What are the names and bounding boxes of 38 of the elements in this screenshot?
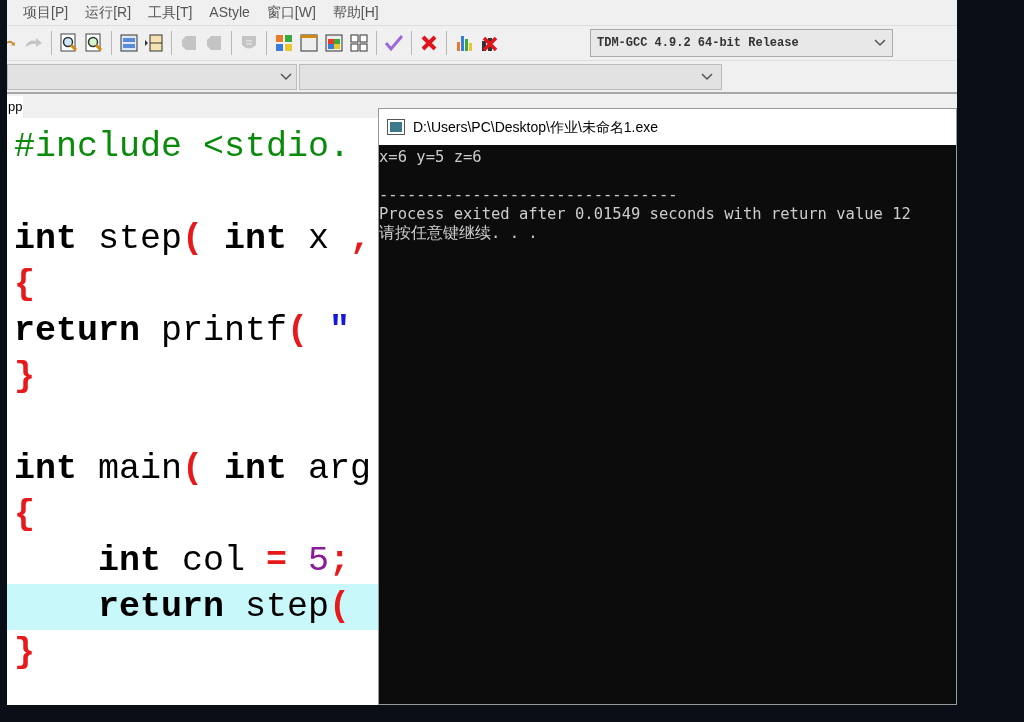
menu-item[interactable]: 窗口[W] [266, 2, 316, 23]
console-output-line: x=6 y=5 z=6 [379, 148, 483, 167]
code-line: int main( int arg [13, 448, 373, 491]
console-title: D:\Users\PC\Desktop\作业\未命名1.exe [413, 117, 659, 137]
code-line: } [13, 632, 36, 675]
code-line: #include <stdio. [13, 126, 352, 169]
colored-window-icon[interactable] [324, 33, 344, 53]
menu-item[interactable]: 帮助[H] [332, 2, 379, 23]
magnifier-icon[interactable] [59, 33, 79, 53]
file-tab[interactable]: pp [7, 96, 24, 118]
chevron-down-icon[interactable] [874, 39, 886, 47]
panel-icon[interactable] [119, 33, 139, 53]
window-icon[interactable] [299, 33, 319, 53]
code-line: int step( int x , [13, 218, 373, 261]
console-output-line: -------------------------------- [379, 186, 679, 205]
console-output-line: 请按任意键继续. . . [379, 224, 539, 243]
menu-item[interactable]: AStyle [209, 2, 250, 23]
code-line: { [13, 264, 36, 307]
chevron-down-icon[interactable] [701, 72, 713, 81]
bar-chart-icon[interactable] [454, 33, 474, 53]
code-line: { [13, 494, 36, 537]
menu-item[interactable]: 工具[T] [148, 2, 193, 23]
console-app-icon [387, 119, 405, 135]
console-output-line: Process exited after 0.01549 seconds with return value 12 [379, 205, 912, 224]
code-line: } [13, 356, 36, 399]
code-line: int col = 5; [97, 540, 352, 583]
grid-icon[interactable] [349, 33, 369, 53]
menu-item[interactable]: 运行[R] [85, 2, 131, 23]
split-panel-icon[interactable] [144, 33, 164, 53]
colored-grid-icon[interactable] [274, 33, 294, 53]
check-icon[interactable] [384, 33, 404, 53]
compiler-dropdown[interactable]: TDM-GCC 4.9.2 64-bit Release [590, 29, 893, 57]
chevron-down-icon[interactable] [280, 72, 292, 81]
close-icon[interactable] [419, 33, 439, 53]
code-line: return printf( " [13, 310, 352, 353]
menu-item[interactable]: 项目[P] [23, 2, 69, 23]
magnifier-icon[interactable] [84, 33, 104, 53]
code-editor[interactable]: #include <stdio. int step( int x , { return printf( " } int main( int arg { int col = 5; return step( } [7, 118, 378, 705]
